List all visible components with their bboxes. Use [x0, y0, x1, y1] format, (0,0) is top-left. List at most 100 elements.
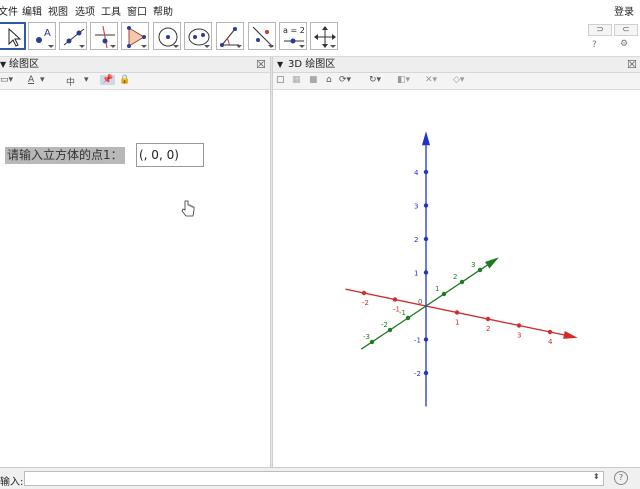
toggle-axes-icon[interactable]: ▢: [276, 75, 285, 85]
panel3d-menu-triangle-icon[interactable]: ▼: [277, 57, 283, 72]
menu-view[interactable]: 视图: [48, 3, 68, 18]
x-axis-arrow-icon: [563, 331, 578, 339]
input-bar: 输入: ⬍ ?: [0, 467, 640, 489]
redo-button[interactable]: ⊂: [614, 24, 638, 36]
font-color-icon[interactable]: A: [28, 75, 34, 85]
cube-view-icon[interactable]: ◇▾: [453, 75, 464, 85]
z-axis-tick: [423, 236, 429, 242]
line-tool-button[interactable]: [59, 22, 87, 50]
toggle-plane-icon[interactable]: ■: [309, 75, 318, 85]
slider-tool-button[interactable]: a = 2: [279, 22, 307, 50]
z-axis-tick-label: 1: [414, 270, 418, 278]
menu-help[interactable]: 帮助: [153, 3, 173, 18]
x-axis-tick-label: 2: [486, 325, 490, 333]
z-axis-tick: [423, 337, 429, 342]
x-axis-line: [345, 288, 565, 336]
close-panel-icon[interactable]: ☒: [256, 57, 266, 72]
z-axis-tick: [423, 203, 429, 208]
z-axis-arrow-icon: [422, 131, 430, 146]
graphics-panel-title: 绘图区: [9, 59, 39, 70]
graphics3d-panel-title-bar: ▼ 3D 绘图区 ☒: [273, 57, 640, 73]
y-axis-tick-label: 2: [453, 273, 457, 281]
cube-point-prompt-label: 请输入立方体的点1：: [5, 147, 125, 164]
line-style-icon[interactable]: ▭▾: [0, 75, 13, 85]
menu-bar: 文件 编辑 视图 选项 工具 窗口 帮助 登录: [0, 0, 640, 19]
x-axis-tick: [547, 329, 553, 335]
x-axis-tick-label: 1: [455, 319, 459, 327]
slider-tool-label: a = 2: [283, 26, 305, 35]
perpendicular-line-tool-button[interactable]: [90, 22, 118, 50]
z-axis-tick-label: 4: [414, 169, 419, 177]
z-axis-tick: [423, 270, 429, 275]
z-axis-tick-label: -2: [414, 370, 421, 378]
toggle-grid-icon[interactable]: ▦: [292, 75, 301, 85]
panel-menu-triangle-icon[interactable]: ▼: [0, 57, 6, 72]
x-axis-tick: [392, 297, 398, 302]
menu-edit[interactable]: 编辑: [22, 3, 42, 18]
help-icon[interactable]: ?: [592, 40, 597, 50]
graphics-style-bar: ▭▾ A ▾ 中 ▾ 📌 🔒: [0, 73, 270, 90]
x-axis-tick: [516, 323, 522, 328]
projection-icon[interactable]: ✕▾: [425, 75, 437, 85]
y-axis-tick-label: -2: [381, 321, 388, 329]
y-axis-line: [360, 264, 488, 350]
graphics3d-style-bar: ▢ ▦ ■ ⌂ ⟳▾ ↻▾ ◧▾ ✕▾ ◇▾: [273, 73, 640, 90]
graphics-panel-title-bar: ▼ 绘图区 ☒: [0, 57, 270, 73]
close-panel3d-icon[interactable]: ☒: [627, 57, 637, 72]
graphics3d-canvas[interactable]: -2-11234-3-2-11234321-1-20: [273, 90, 640, 467]
x-axis-tick: [454, 310, 460, 315]
y-axis-tick: [441, 291, 447, 297]
menu-file[interactable]: 文件: [0, 3, 18, 18]
z-axis-tick-label: 2: [414, 236, 418, 244]
y-axis-tick: [459, 279, 465, 285]
reflect-tool-button[interactable]: [248, 22, 276, 50]
view-direction-icon[interactable]: ↻▾: [369, 75, 381, 85]
z-axis-tick: [423, 169, 429, 175]
menu-window[interactable]: 窗口: [127, 3, 147, 18]
menu-tools[interactable]: 工具: [101, 3, 121, 18]
y-axis-tick: [387, 327, 393, 333]
x-axis-tick: [361, 290, 367, 296]
input-bar-label: 输入:: [0, 477, 24, 488]
y-axis-tick: [369, 339, 375, 345]
y-axis-tick-label: -3: [363, 333, 370, 341]
pin-icon[interactable]: 📌: [100, 75, 116, 85]
menu-options[interactable]: 选项: [75, 3, 95, 18]
x-axis-tick-label: 4: [548, 338, 553, 346]
y-axis-tick-label: 1: [435, 285, 439, 293]
polygon-tool-button[interactable]: [121, 22, 149, 50]
cube-point-input[interactable]: [136, 143, 204, 167]
undo-button[interactable]: ⊃: [588, 24, 612, 36]
z-axis-tick: [423, 370, 429, 376]
text-size-select[interactable]: 中: [66, 75, 75, 88]
input-help-icon[interactable]: ?: [614, 471, 628, 485]
point-tool-button[interactable]: A: [28, 22, 56, 50]
origin-label: 0: [418, 298, 422, 306]
angle-tool-button[interactable]: [216, 22, 244, 50]
move-graphics-view-tool-button[interactable]: [310, 22, 338, 50]
settings-gear-icon[interactable]: ⚙: [620, 39, 628, 49]
rotate-view-icon[interactable]: ⟳▾: [339, 75, 351, 85]
circle-tool-button[interactable]: [153, 22, 181, 50]
x-axis-tick-label: 3: [517, 332, 521, 340]
y-axis-tick: [477, 267, 483, 273]
clipping-icon[interactable]: ◧▾: [397, 75, 410, 85]
graphics3d-panel-title: 3D 绘图区: [288, 59, 336, 70]
font-color-dropdown-icon[interactable]: ▾: [40, 75, 45, 85]
algebra-input-field[interactable]: [24, 471, 604, 486]
text-size-dropdown-icon[interactable]: ▾: [84, 75, 89, 85]
y-axis-tick-label: 3: [471, 261, 475, 269]
arrow-cursor-icon: [8, 27, 22, 47]
y-axis-tick: [405, 315, 411, 321]
move-tool-button[interactable]: [0, 22, 26, 50]
login-link[interactable]: 登录: [614, 3, 634, 18]
input-history-stepper-icon[interactable]: ⬍: [593, 472, 600, 481]
x-axis-tick: [485, 316, 491, 322]
svg-text:A: A: [44, 28, 51, 39]
y-axis-arrow-icon: [484, 257, 499, 269]
lock-icon[interactable]: 🔒: [119, 75, 130, 85]
home-icon[interactable]: ⌂: [326, 75, 332, 85]
z-axis-tick-label: 3: [414, 203, 418, 211]
y-axis-tick-label: -1: [399, 309, 406, 317]
ellipse-tool-button[interactable]: [184, 22, 212, 50]
